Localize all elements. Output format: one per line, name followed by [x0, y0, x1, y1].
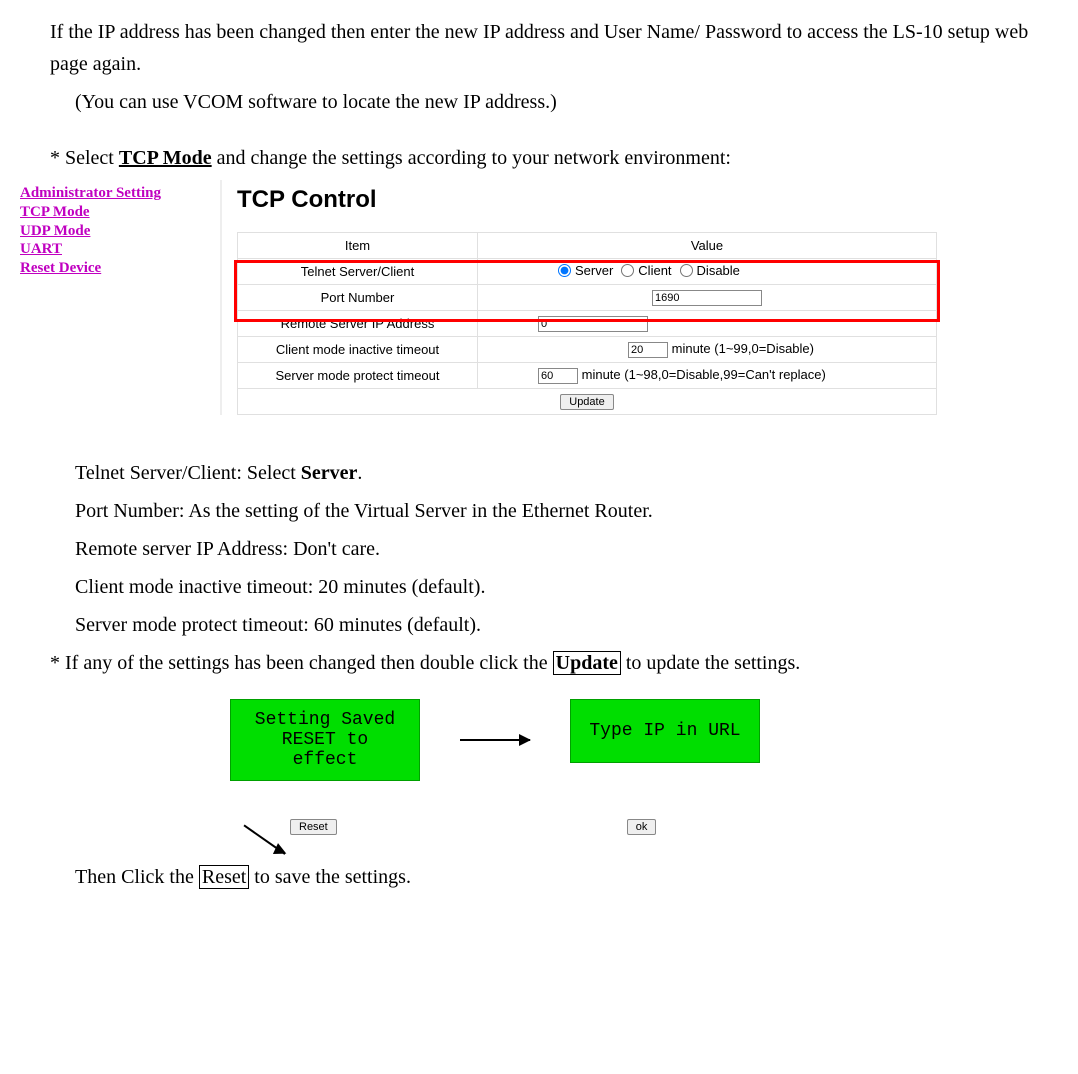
input-port[interactable] [652, 290, 762, 306]
suffix-client-to: minute (1~99,0=Disable) [672, 341, 814, 356]
ex-client: Client mode inactive timeout: 20 minutes… [20, 571, 1058, 603]
ex-telnet-prefix: Telnet Server/Client: Select [75, 462, 301, 484]
update-note-suffix: to update the settings. [621, 652, 800, 674]
label-telnet: Telnet Server/Client [238, 259, 478, 285]
suffix-server-to: minute (1~98,0=Disable,99=Can't replace) [582, 367, 826, 382]
label-server-to: Server mode protect timeout [238, 363, 478, 389]
update-note-prefix: * If any of the settings has been change… [50, 652, 553, 674]
select-suffix: and change the settings according to you… [212, 147, 731, 169]
label-remote: Remote Server IP Address [238, 311, 478, 337]
sidebar-nav: Administrator Setting TCP Mode UDP Mode … [20, 180, 220, 415]
para-vcom-note: (You can use VCOM software to locate the… [20, 86, 1058, 118]
row-update: Update [238, 389, 937, 415]
reset-note-suffix: to save the settings. [249, 866, 411, 888]
radio-label-server: Server [575, 263, 613, 278]
ex-server: Server mode protect timeout: 60 minutes … [20, 609, 1058, 641]
label-client-to: Client mode inactive timeout [238, 337, 478, 363]
update-button[interactable]: Update [560, 394, 613, 410]
green-right-text: Type IP in URL [587, 721, 743, 741]
green-col-left: Setting Saved RESET to effect [230, 699, 420, 781]
tcp-mode-link-text: TCP Mode [119, 147, 212, 169]
input-server-to[interactable] [538, 368, 578, 384]
config-table: Item Value Telnet Server/Client Server C… [237, 232, 937, 415]
sidebar-item-udp[interactable]: UDP Mode [20, 222, 220, 241]
th-item: Item [238, 233, 478, 259]
ex-remote: Remote server IP Address: Don't care. [20, 533, 1058, 565]
panel-title: TCP Control [237, 180, 940, 232]
row-port: Port Number [238, 285, 937, 311]
ok-group: ok [627, 813, 657, 836]
green-box-typeip: Type IP in URL [570, 699, 760, 763]
th-value: Value [478, 233, 937, 259]
para-select-tcp: * Select TCP Mode and change the setting… [20, 142, 1058, 174]
sidebar-item-uart[interactable]: UART [20, 240, 220, 259]
green-box-saved: Setting Saved RESET to effect [230, 699, 420, 781]
tcp-control-screenshot: Administrator Setting TCP Mode UDP Mode … [20, 180, 1058, 415]
reset-note: Then Click the Reset to save the setting… [20, 861, 1058, 893]
ok-button[interactable]: ok [627, 819, 657, 835]
green-col-right: Type IP in URL [570, 699, 760, 763]
input-client-to[interactable] [628, 342, 668, 358]
main-panel: TCP Control Item Value Telnet Server/Cli… [220, 180, 940, 415]
row-server-timeout: Server mode protect timeout minute (1~98… [238, 363, 937, 389]
radio-server[interactable] [558, 264, 571, 277]
update-note-word: Update [553, 651, 621, 675]
input-remote[interactable] [538, 316, 648, 332]
ex-telnet: Telnet Server/Client: Select Server. [20, 457, 1058, 489]
reset-group: Reset [290, 813, 337, 836]
sidebar-item-reset[interactable]: Reset Device [20, 259, 220, 278]
sidebar-item-tcp[interactable]: TCP Mode [20, 203, 220, 222]
label-port: Port Number [238, 285, 478, 311]
row-telnet: Telnet Server/Client Server Client Disab… [238, 259, 937, 285]
row-remote: Remote Server IP Address [238, 311, 937, 337]
ex-telnet-suffix: . [357, 462, 362, 484]
para-ip-changed: If the IP address has been changed then … [20, 16, 1058, 80]
ex-port: Port Number: As the setting of the Virtu… [20, 495, 1058, 527]
radio-label-client: Client [638, 263, 671, 278]
radio-client[interactable] [621, 264, 634, 277]
row-client-timeout: Client mode inactive timeout minute (1~9… [238, 337, 937, 363]
button-row: Reset ok [20, 793, 1058, 836]
green-line-1: Setting Saved [247, 710, 403, 730]
arrow-to-reset-icon [243, 825, 285, 855]
select-prefix: * Select [50, 147, 119, 169]
reset-note-word: Reset [199, 865, 249, 889]
reset-button[interactable]: Reset [290, 819, 337, 835]
radio-label-disable: Disable [697, 263, 740, 278]
arrow-right-icon [460, 739, 530, 741]
update-note: * If any of the settings has been change… [20, 647, 1058, 679]
green-line-2: RESET to effect [247, 730, 403, 770]
reset-note-prefix: Then Click the [75, 866, 199, 888]
green-boxes-row: Setting Saved RESET to effect Type IP in… [20, 699, 1058, 781]
radio-disable[interactable] [680, 264, 693, 277]
ex-telnet-bold: Server [301, 462, 358, 484]
sidebar-item-admin[interactable]: Administrator Setting [20, 184, 220, 203]
radio-group-telnet: Server Client Disable [558, 263, 740, 278]
